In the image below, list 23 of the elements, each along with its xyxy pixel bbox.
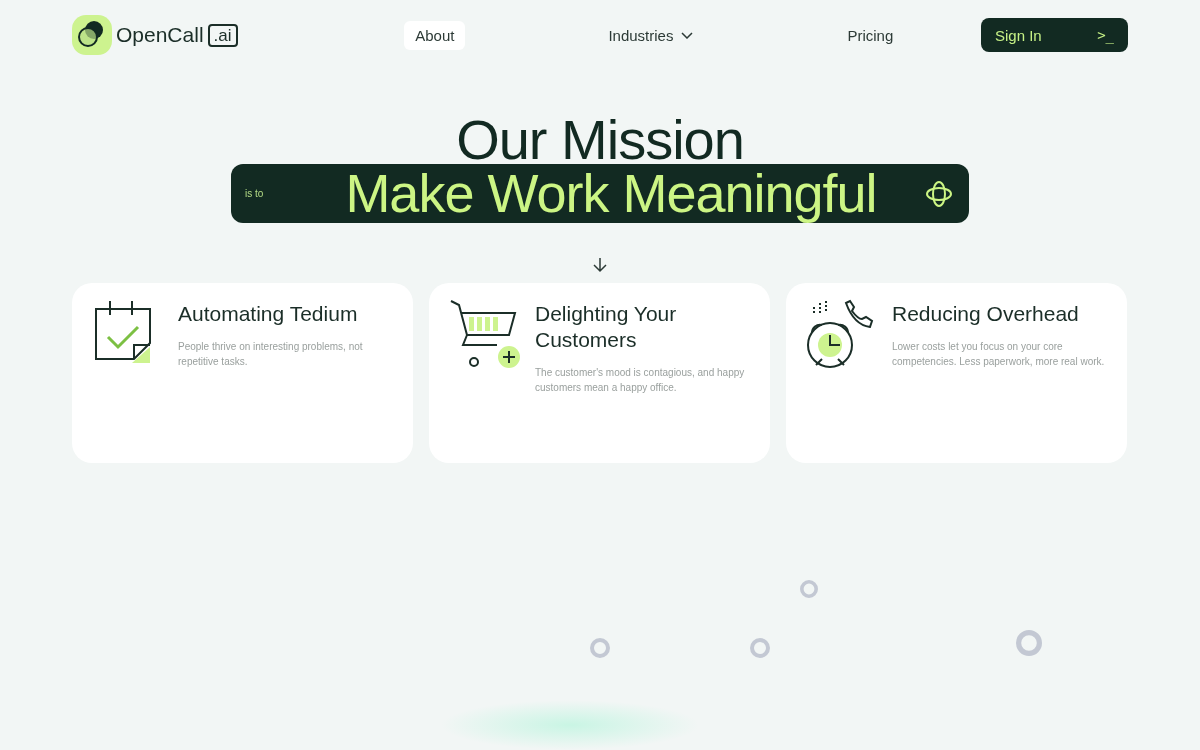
nav-link[interactable]: About xyxy=(404,20,466,50)
ring-icon xyxy=(590,635,610,661)
nav-link[interactable]: Industries xyxy=(597,20,705,50)
logo-suffix: .ai xyxy=(207,23,238,47)
orbit-icon xyxy=(925,179,953,208)
card-title: Delighting Your Customers xyxy=(535,301,678,353)
card-title: Automating Tedium xyxy=(178,301,359,327)
card-description: People thrive on interesting problems, not repetitive tasks. xyxy=(178,340,364,369)
sign-in-button[interactable]: Sign In >_ xyxy=(981,18,1128,52)
shopping-cart-icon xyxy=(449,299,521,369)
logo-text: OpenCall xyxy=(116,23,204,47)
tagline-prefix: is to xyxy=(245,188,265,199)
nav-link[interactable]: Pricing xyxy=(836,20,905,50)
ring-icon xyxy=(1015,630,1043,656)
card-description: Lower costs let you focus on your core competencies. Less paperwork, more real work. xyxy=(892,340,1106,369)
ring-icon xyxy=(800,580,818,598)
ring-icon xyxy=(750,635,770,661)
card-description: The customer's mood is contagious, and happy customers mean a happy office. xyxy=(535,366,746,395)
terminal-icon: >_ xyxy=(1097,27,1114,43)
logo-icon xyxy=(72,15,112,55)
card-title: Reducing Overhead xyxy=(892,301,1080,327)
calendar-check-icon xyxy=(92,299,154,365)
down-arrow-icon xyxy=(593,257,607,273)
